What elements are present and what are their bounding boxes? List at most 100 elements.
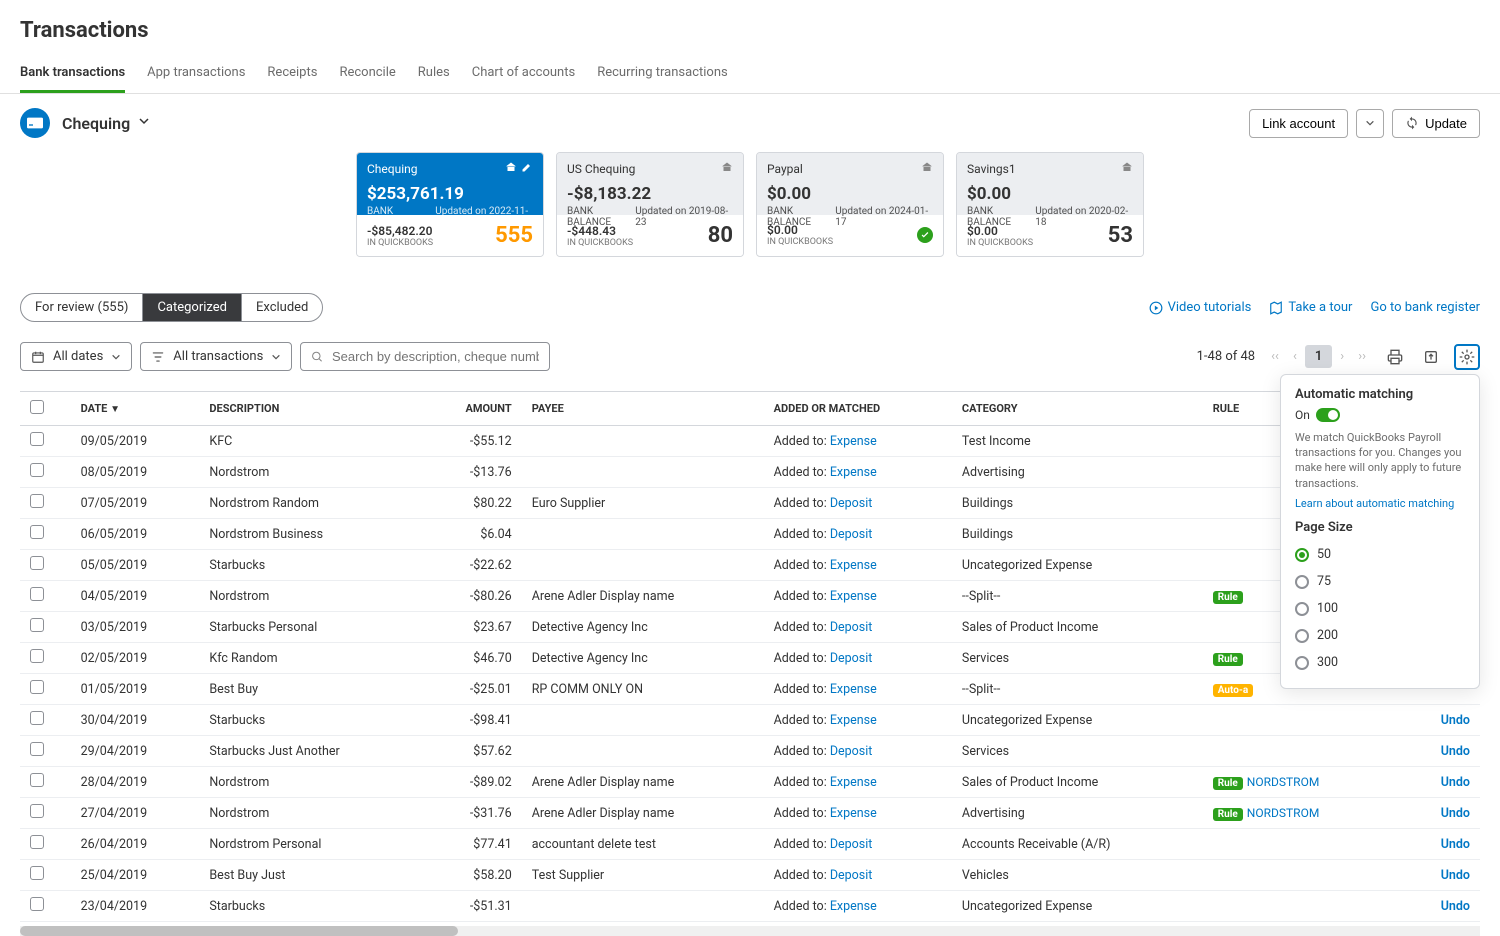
horizontal-scrollbar[interactable] [20,926,1480,936]
account-card[interactable]: Savings1$0.00BANK BALANCEUpdated on 2020… [956,152,1144,257]
export-button[interactable] [1418,344,1444,370]
undo-button[interactable]: Undo [1441,837,1470,852]
pencil-icon[interactable] [521,161,533,176]
column-header[interactable]: AMOUNT [423,392,522,426]
transaction-filter-select[interactable]: All transactions [140,342,292,371]
row-checkbox[interactable] [30,494,44,508]
link-account-button[interactable]: Link account [1249,109,1348,138]
video-tutorials-link[interactable]: Video tutorials [1149,300,1252,315]
table-row[interactable]: 08/05/2019Nordstrom-$13.76Added to: Expe… [20,457,1480,488]
added-link[interactable]: Expense [830,899,877,914]
table-row[interactable]: 07/05/2019Nordstrom Random$80.22Euro Sup… [20,488,1480,519]
page-size-option[interactable]: 75 [1295,568,1465,595]
pagination-last[interactable]: ›› [1352,345,1372,368]
row-checkbox[interactable] [30,525,44,539]
added-link[interactable]: Expense [830,434,877,449]
learn-more-link[interactable]: Learn about automatic matching [1295,497,1465,510]
take-tour-link[interactable]: Take a tour [1269,300,1352,315]
table-row[interactable]: 06/05/2019Nordstrom Business$6.04Added t… [20,519,1480,550]
pill-categorized[interactable]: Categorized [143,294,242,321]
row-checkbox[interactable] [30,680,44,694]
tab-receipts[interactable]: Receipts [267,55,317,93]
undo-button[interactable]: Undo [1441,806,1470,821]
pagination-first[interactable]: ‹‹ [1265,345,1285,368]
added-link[interactable]: Deposit [830,651,873,666]
added-link[interactable]: Deposit [830,620,873,635]
table-row[interactable]: 05/05/2019Starbucks-$22.62Added to: Expe… [20,550,1480,581]
account-card[interactable]: Chequing$253,761.19BANK BALANCEUpdated o… [356,152,544,257]
tab-reconcile[interactable]: Reconcile [339,55,395,93]
auto-match-toggle[interactable] [1316,408,1340,422]
tab-app-transactions[interactable]: App transactions [147,55,245,93]
added-link[interactable]: Deposit [830,527,873,542]
added-link[interactable]: Deposit [830,868,873,883]
account-card[interactable]: Paypal$0.00BANK BALANCEUpdated on 2024-0… [756,152,944,257]
pagination-next[interactable]: › [1334,345,1350,368]
settings-button[interactable] [1454,344,1480,370]
table-row[interactable]: 03/05/2019Starbucks Personal$23.67Detect… [20,612,1480,643]
select-all-checkbox[interactable] [30,400,44,414]
rule-link[interactable]: NORDSTROM [1247,775,1320,789]
table-row[interactable]: 27/04/2019Nordstrom-$31.76Arene Adler Di… [20,798,1480,829]
table-row[interactable]: 04/05/2019Nordstrom-$80.26Arene Adler Di… [20,581,1480,612]
column-header[interactable]: CATEGORY [952,392,1203,426]
account-card[interactable]: US Chequing-$8,183.22BANK BALANCEUpdated… [556,152,744,257]
table-row[interactable]: 30/04/2019Starbucks-$98.41Added to: Expe… [20,705,1480,736]
date-filter-select[interactable]: All dates [20,342,132,371]
column-header[interactable] [20,392,71,426]
added-link[interactable]: Expense [830,775,877,790]
scrollbar-thumb[interactable] [20,926,458,936]
row-checkbox[interactable] [30,835,44,849]
tab-rules[interactable]: Rules [418,55,450,93]
search-input[interactable] [332,349,539,364]
table-row[interactable]: 25/04/2019Best Buy Just$58.20Test Suppli… [20,860,1480,891]
go-to-register-link[interactable]: Go to bank register [1370,300,1480,315]
rule-link[interactable]: NORDSTROM [1247,806,1320,820]
account-selector[interactable]: Chequing [62,114,150,133]
added-link[interactable]: Expense [830,682,877,697]
table-row[interactable]: 01/05/2019Best Buy-$25.01RP COMM ONLY ON… [20,674,1480,705]
row-checkbox[interactable] [30,649,44,663]
tab-bank-transactions[interactable]: Bank transactions [20,55,125,93]
row-checkbox[interactable] [30,432,44,446]
table-row[interactable]: 02/05/2019Kfc Random$46.70Detective Agen… [20,643,1480,674]
undo-button[interactable]: Undo [1441,713,1470,728]
column-header[interactable]: PAYEE [522,392,764,426]
page-size-option[interactable]: 300 [1295,649,1465,676]
row-checkbox[interactable] [30,866,44,880]
print-button[interactable] [1382,344,1408,370]
search-box[interactable] [300,342,550,371]
row-checkbox[interactable] [30,897,44,911]
row-checkbox[interactable] [30,587,44,601]
pill-for[interactable]: For review (555) [21,294,143,321]
column-header[interactable]: DESCRIPTION [199,392,423,426]
table-row[interactable]: 26/04/2019Nordstrom Personal$77.41accoun… [20,829,1480,860]
table-row[interactable]: 09/05/2019KFC-$55.12Added to: ExpenseTes… [20,426,1480,457]
added-link[interactable]: Deposit [830,837,873,852]
tab-recurring-transactions[interactable]: Recurring transactions [597,55,728,93]
row-checkbox[interactable] [30,463,44,477]
undo-button[interactable]: Undo [1441,744,1470,759]
row-checkbox[interactable] [30,711,44,725]
table-row[interactable]: 28/04/2019Nordstrom-$89.02Arene Adler Di… [20,767,1480,798]
added-link[interactable]: Expense [830,589,877,604]
update-button[interactable]: Update [1392,109,1480,138]
row-checkbox[interactable] [30,804,44,818]
added-link[interactable]: Deposit [830,744,873,759]
pill-excluded[interactable]: Excluded [242,294,322,321]
table-row[interactable]: 29/04/2019Starbucks Just Another$57.62Ad… [20,736,1480,767]
undo-button[interactable]: Undo [1441,775,1470,790]
table-row[interactable]: 23/04/2019Starbucks-$51.31Added to: Expe… [20,891,1480,922]
added-link[interactable]: Expense [830,465,877,480]
page-size-option[interactable]: 200 [1295,622,1465,649]
pagination-prev[interactable]: ‹ [1287,345,1303,368]
row-checkbox[interactable] [30,618,44,632]
page-size-option[interactable]: 50 [1295,541,1465,568]
added-link[interactable]: Expense [830,713,877,728]
column-header[interactable]: ADDED OR MATCHED [764,392,952,426]
undo-button[interactable]: Undo [1441,899,1470,914]
added-link[interactable]: Deposit [830,496,873,511]
added-link[interactable]: Expense [830,558,877,573]
page-size-option[interactable]: 100 [1295,595,1465,622]
column-header[interactable]: DATE ▼ [71,392,200,426]
